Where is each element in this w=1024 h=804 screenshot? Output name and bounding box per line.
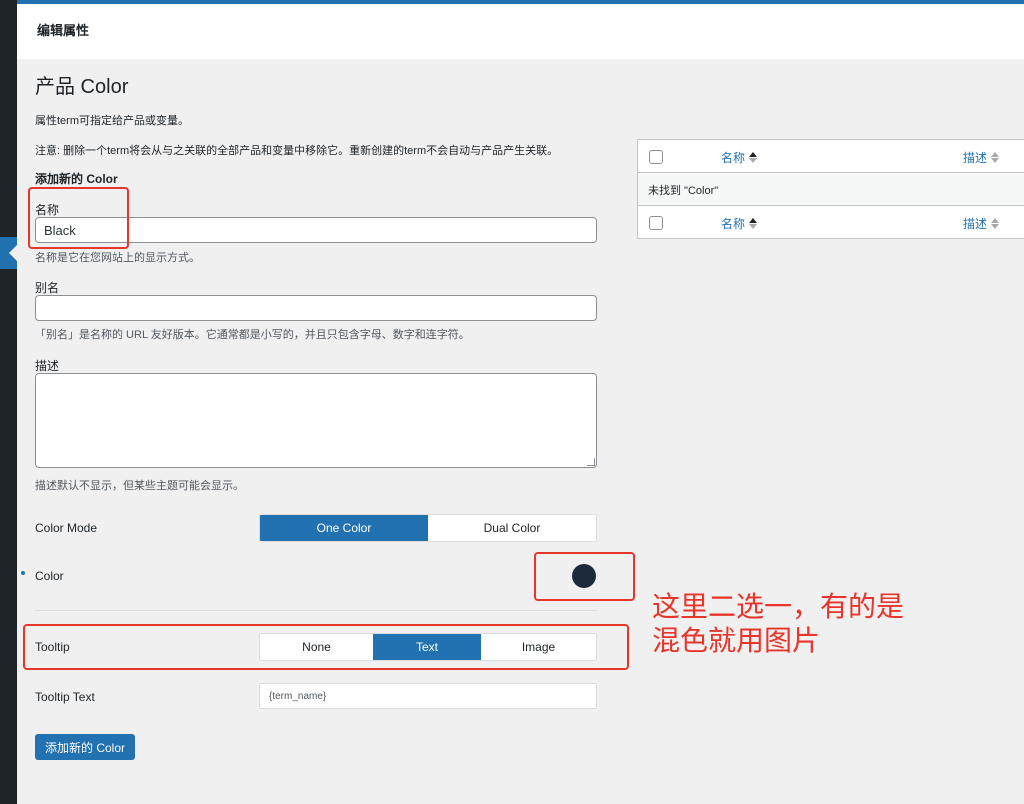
column-desc-footer[interactable]: 描述 [963,215,1000,232]
table-empty-row: 未找到 "Color" [638,173,1024,206]
annotation-line-2: 混色就用图片 [652,624,821,657]
admin-sidebar [0,0,17,804]
column-desc-label: 描述 [963,151,988,165]
column-name-footer[interactable]: 名称 [721,215,758,232]
description-hint: 描述默认不显示，但某些主题可能会显示。 [35,480,244,492]
add-new-color-button[interactable]: 添加新的 Color [35,734,135,760]
column-desc-footer-label: 描述 [963,217,988,231]
annotation-line-1: 这里二选一，有的是 [652,590,905,623]
table-footer-row: 名称 描述 [638,206,1024,239]
slug-label: 别名 [35,281,60,295]
page-notice: 注意: 删除一个term将会从与之关联的全部产品和变量中移除它。重新创建的ter… [35,145,559,157]
sort-icon [991,152,1000,164]
table-header-row: 名称 描述 [638,140,1024,173]
tooltip-text-label: Tooltip Text [35,690,95,704]
sidebar-active-arrow-icon [9,245,17,261]
header-title: 编辑属性 [37,23,90,38]
divider [35,610,597,611]
terms-table: 名称 描述 未找到 "Color" 名称 描述 [637,139,1024,239]
page-title: 产品 Color [35,76,129,98]
tooltip-text-input[interactable]: {term_name} [259,683,597,709]
description-label: 描述 [35,359,60,373]
empty-message: 未找到 "Color" [648,185,719,197]
select-all-checkbox[interactable] [649,150,663,164]
resize-grip-icon[interactable] [587,458,595,466]
page-description: 属性term可指定给产品或变量。 [35,115,189,127]
column-name-footer-label: 名称 [721,217,746,231]
sort-icon [749,218,758,230]
description-textarea[interactable] [35,373,597,468]
color-label: Color [35,569,64,583]
annotation-box-tooltip [23,624,629,670]
name-hint: 名称是它在您网站上的显示方式。 [35,252,200,264]
add-new-title: 添加新的 Color [35,172,118,186]
color-mode-one-color[interactable]: One Color [260,515,428,541]
sort-icon [749,152,758,164]
annotation-box-color [534,552,635,601]
column-name-header[interactable]: 名称 [721,149,758,166]
annotation-text: 这里二选一，有的是 混色就用图片 [652,590,904,658]
sort-icon [991,218,1000,230]
select-all-checkbox-footer[interactable] [649,216,663,230]
color-mode-toggle: One Color Dual Color [259,514,597,542]
annotation-box-name [28,187,129,249]
required-bullet [21,571,25,575]
page-header [17,4,1024,59]
slug-input[interactable] [35,295,597,321]
color-mode-dual-color[interactable]: Dual Color [428,515,596,541]
color-mode-label: Color Mode [35,521,98,535]
slug-hint: 「别名」是名称的 URL 友好版本。它通常都是小写的，并且只包含字母、数字和连字… [35,329,470,341]
column-name-label: 名称 [721,151,746,165]
column-desc-header[interactable]: 描述 [963,149,1000,166]
